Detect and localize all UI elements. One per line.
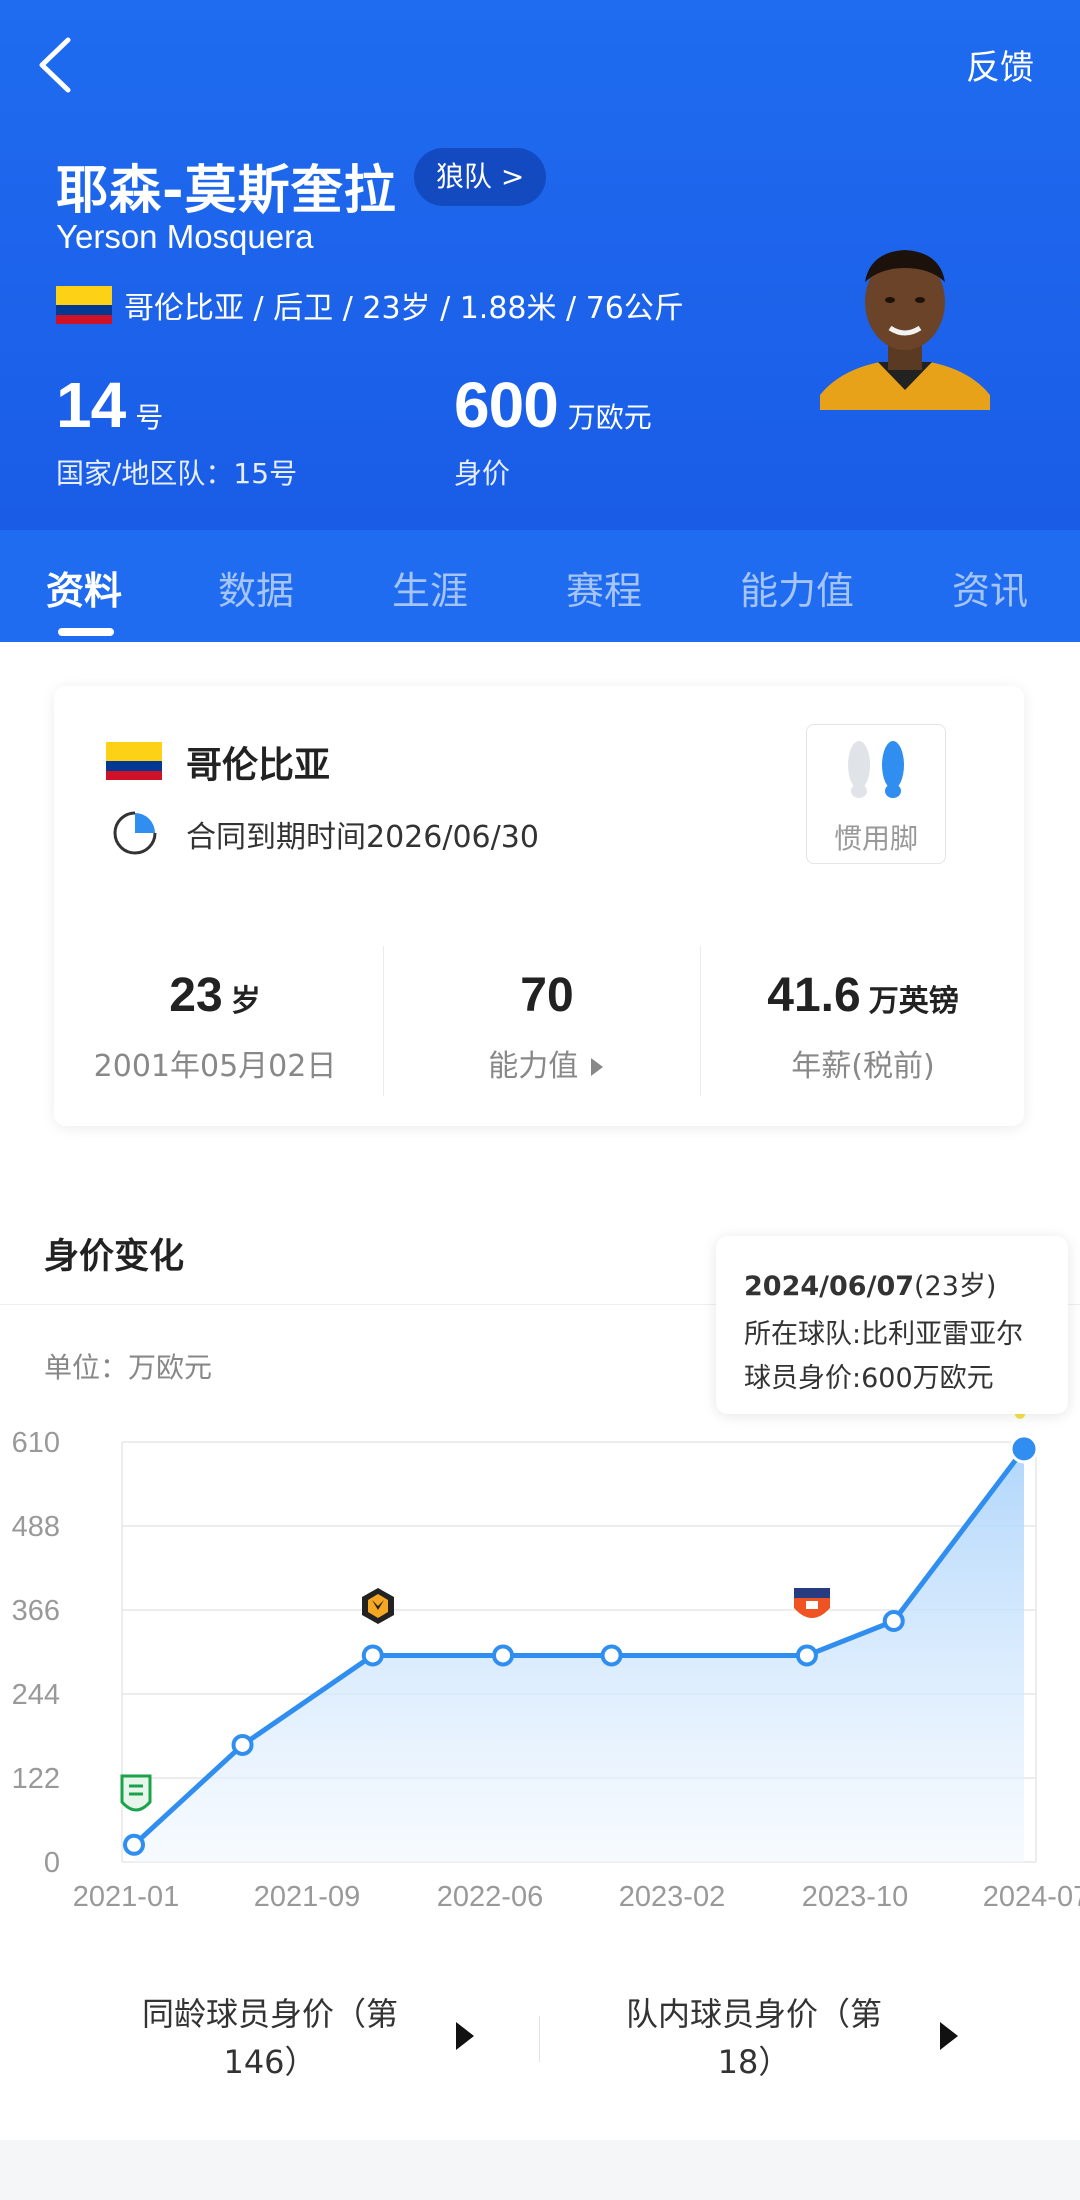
market-value-label: 身价 [454, 457, 511, 490]
salary-unit: 万英镑 [868, 984, 959, 1019]
salary-value: 41.6 [767, 969, 861, 1022]
tooltip-value: 球员身价:600万欧元 [744, 1363, 994, 1394]
atletico-nacional-logo-icon [120, 1774, 152, 1812]
caret-right-icon[interactable] [456, 2022, 474, 2050]
back-arrow-icon[interactable] [30, 30, 90, 100]
ability-value: 70 [520, 969, 574, 1022]
y-tick-label: 0 [44, 1847, 60, 1879]
player-name: 耶森-莫斯奎拉 [56, 161, 397, 221]
x-tick-label: 2021-01 [73, 1881, 179, 1913]
player-info-text: 哥伦比亚 / 后卫 / 23岁 / 1.88米 / 76公斤 [124, 291, 684, 326]
birth-date: 2001年05月02日 [93, 1049, 337, 1084]
chart-tooltip: 2024/06/07(23岁) 所在球队:比利亚雷亚尔 球员身价:600万欧元 [716, 1236, 1068, 1414]
market-value-chart[interactable]: 0 122 244 366 488 610 2021-01 2021-09 2022-06 20… [0, 1400, 1080, 1940]
chart-unit-label: 单位：万欧元 [44, 1351, 213, 1384]
market-value-block: 600 万欧元 [454, 368, 652, 442]
tooltip-date: 2024/06/07 [744, 1271, 915, 1302]
tooltip-age: (23岁) [914, 1271, 997, 1302]
tab-ability[interactable]: 能力值 [740, 560, 854, 615]
x-tick-label: 2022-06 [437, 1881, 543, 1913]
fc-cincinnati-logo-icon [794, 1588, 830, 1618]
data-point[interactable] [600, 1644, 623, 1667]
salary-label: 年薪(税前) [791, 1049, 935, 1084]
preferred-foot-box: 惯用脚 [806, 724, 946, 864]
market-value: 600 [454, 369, 559, 441]
team-link-button[interactable]: 狼队 > [414, 148, 547, 206]
preferred-foot-label: 惯用脚 [833, 822, 918, 855]
data-point[interactable] [492, 1644, 515, 1667]
x-tick-label: 2024-07 [983, 1881, 1080, 1913]
colombia-flag-icon [106, 742, 162, 780]
salary-stat: 41.6 万英镑 年薪(税前) [702, 968, 1024, 1085]
data-point[interactable] [361, 1644, 384, 1667]
bottom-strip [0, 2140, 1080, 2200]
y-tick-label: 366 [12, 1595, 60, 1627]
shirt-number-unit: 号 [135, 401, 164, 434]
tab-schedule[interactable]: 赛程 [566, 560, 642, 615]
country-name: 哥伦比亚 [186, 745, 331, 786]
shirt-number-block: 14 号 [56, 368, 163, 442]
contract-clock-icon [113, 811, 157, 855]
player-photo [820, 250, 990, 410]
age-peers-ranking-link[interactable]: 同龄球员身价（第 146） [130, 1990, 410, 2086]
stat-divider [383, 946, 384, 1096]
contract-expiry: 合同到期时间2026/06/30 [186, 820, 539, 855]
stat-divider [700, 946, 701, 1096]
tab-news[interactable]: 资讯 [952, 560, 1028, 615]
y-tick-label: 244 [12, 1679, 60, 1711]
y-tick-label: 610 [12, 1427, 60, 1459]
age-value: 23 [169, 969, 223, 1022]
tab-profile[interactable]: 资料 [46, 560, 122, 615]
tab-data[interactable]: 数据 [218, 560, 294, 615]
data-point[interactable] [795, 1644, 818, 1667]
x-tick-label: 2021-09 [254, 1881, 360, 1913]
team-ranking-link[interactable]: 队内球员身价（第 18） [614, 1990, 894, 2086]
age-unit: 岁 [230, 984, 261, 1019]
data-point[interactable] [231, 1733, 254, 1756]
ability-label-row[interactable]: 能力值 [386, 1041, 708, 1085]
player-info-row: 哥伦比亚 / 后卫 / 23岁 / 1.88米 / 76公斤 [56, 283, 684, 327]
caret-right-icon [590, 1058, 603, 1076]
colombia-flag-icon [56, 286, 112, 324]
ability-stat[interactable]: 70 能力值 [386, 968, 708, 1085]
ranking-divider [539, 2016, 540, 2062]
tooltip-date-row: 2024/06/07(23岁) [744, 1264, 996, 1303]
y-tick-label: 122 [12, 1763, 60, 1795]
age-stat: 23 岁 2001年05月02日 [54, 968, 376, 1085]
data-point[interactable] [882, 1610, 905, 1633]
x-tick-label: 2023-02 [619, 1881, 725, 1913]
market-value-unit: 万欧元 [567, 401, 652, 434]
tab-career[interactable]: 生涯 [392, 560, 468, 615]
shirt-number: 14 [56, 369, 126, 441]
data-point[interactable] [1009, 1434, 1039, 1464]
caret-right-icon[interactable] [940, 2022, 958, 2050]
ability-label: 能力值 [488, 1049, 579, 1084]
wolves-logo-icon [362, 1588, 394, 1624]
y-tick-label: 488 [12, 1511, 60, 1543]
value-history-title: 身价变化 [44, 1237, 185, 1277]
x-tick-label: 2023-10 [802, 1881, 908, 1913]
national-team-number: 国家/地区队：15号 [56, 457, 298, 490]
tab-bar: 资料 数据 生涯 赛程 能力值 资讯 [0, 530, 1080, 642]
data-point[interactable] [123, 1833, 145, 1856]
player-english-name: Yerson Mosquera [56, 218, 314, 255]
feedback-button[interactable]: 反馈 [966, 40, 1034, 89]
feet-icon [848, 741, 904, 798]
player-header: 反馈 耶森-莫斯奎拉 狼队 > Yerson Mosquera 哥伦比亚 / 后… [0, 0, 1080, 530]
profile-card: 哥伦比亚 合同到期时间2026/06/30 惯用脚 23 岁 2001年05月02… [54, 686, 1024, 1126]
active-tab-indicator [58, 628, 114, 636]
tooltip-team: 所在球队:比利亚雷亚尔 [744, 1319, 1024, 1350]
